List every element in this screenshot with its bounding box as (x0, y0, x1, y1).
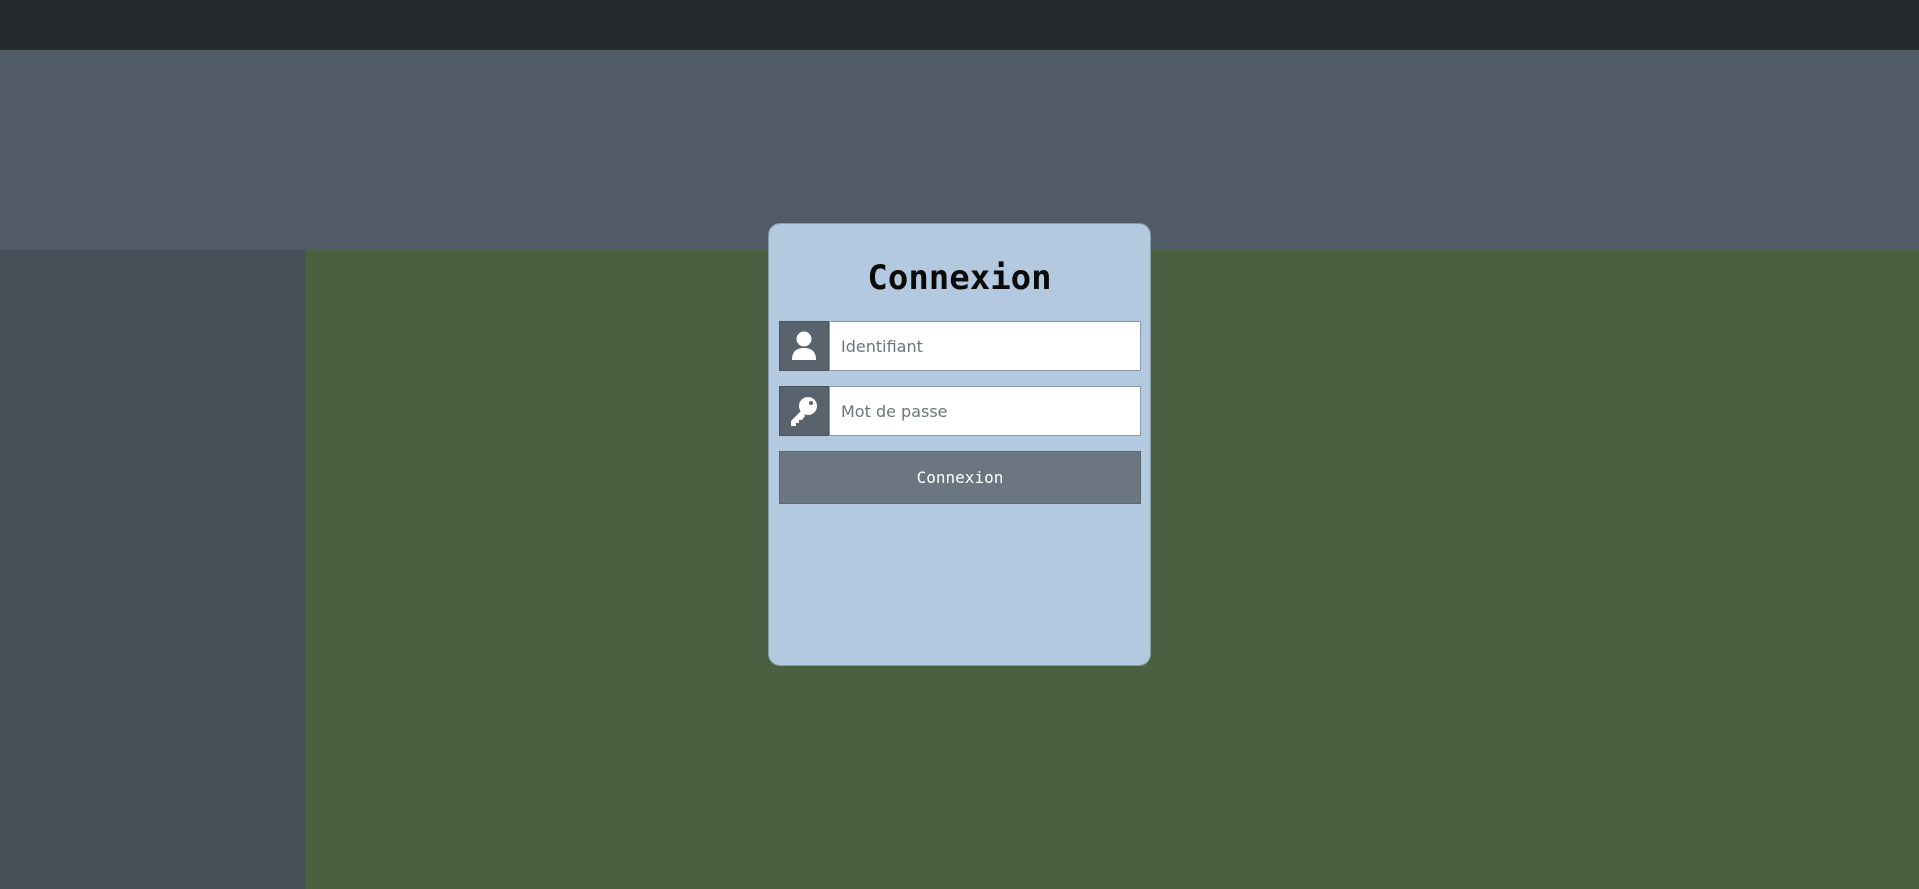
login-title: Connexion (867, 258, 1052, 298)
header-band (0, 50, 1919, 250)
sidebar (0, 250, 305, 889)
password-input[interactable] (829, 386, 1141, 436)
login-card: Connexion Connexion (768, 223, 1151, 666)
user-icon (779, 321, 829, 371)
key-icon (779, 386, 829, 436)
top-navbar (0, 0, 1919, 50)
username-field-group (779, 321, 1141, 371)
username-input[interactable] (829, 321, 1141, 371)
password-field-group (779, 386, 1141, 436)
login-button[interactable]: Connexion (779, 451, 1141, 504)
